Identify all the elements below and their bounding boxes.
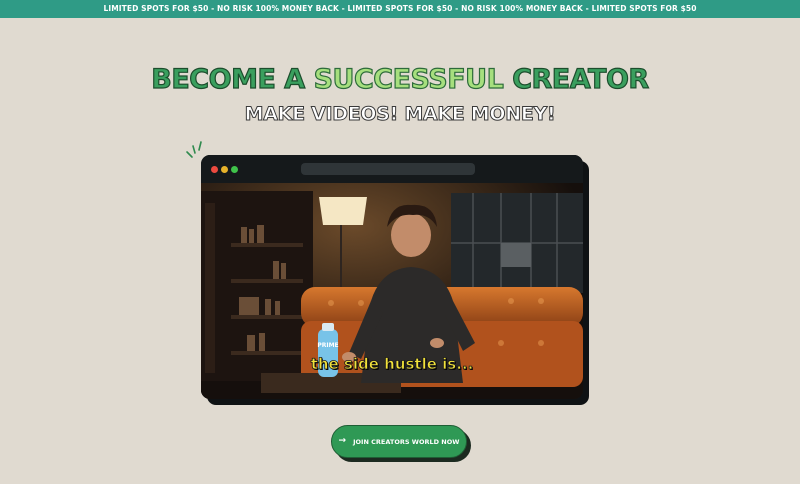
headline-pre: BECOME A <box>151 63 314 95</box>
arrow-right-icon: → <box>338 436 347 446</box>
page-headline: BECOME A SUCCESSFUL CREATOR <box>0 63 800 95</box>
headline-post: CREATOR <box>503 63 650 95</box>
bottle-label: PRIME <box>317 342 338 349</box>
page-subheadline: MAKE VIDEOS! MAKE MONEY! <box>244 103 556 126</box>
close-dot-icon <box>211 166 218 173</box>
headline-highlight: SUCCESSFUL <box>313 63 504 95</box>
promo-banner-text: LIMITED SPOTS FOR $50 - NO RISK 100% MON… <box>103 4 697 13</box>
window-titlebar <box>201 155 583 183</box>
video-player[interactable]: PRIME the side hustle is... <box>201 183 583 399</box>
video-window: PRIME the side hustle is... <box>201 155 583 399</box>
video-caption: the side hustle is... <box>310 355 474 374</box>
join-creators-label: JOIN CREATORS WORLD NOW <box>353 437 460 446</box>
minimize-dot-icon <box>221 166 228 173</box>
maximize-dot-icon <box>231 166 238 173</box>
address-bar <box>301 163 475 175</box>
promo-banner: LIMITED SPOTS FOR $50 - NO RISK 100% MON… <box>0 0 800 18</box>
join-creators-button[interactable]: → JOIN CREATORS WORLD NOW <box>331 425 467 458</box>
